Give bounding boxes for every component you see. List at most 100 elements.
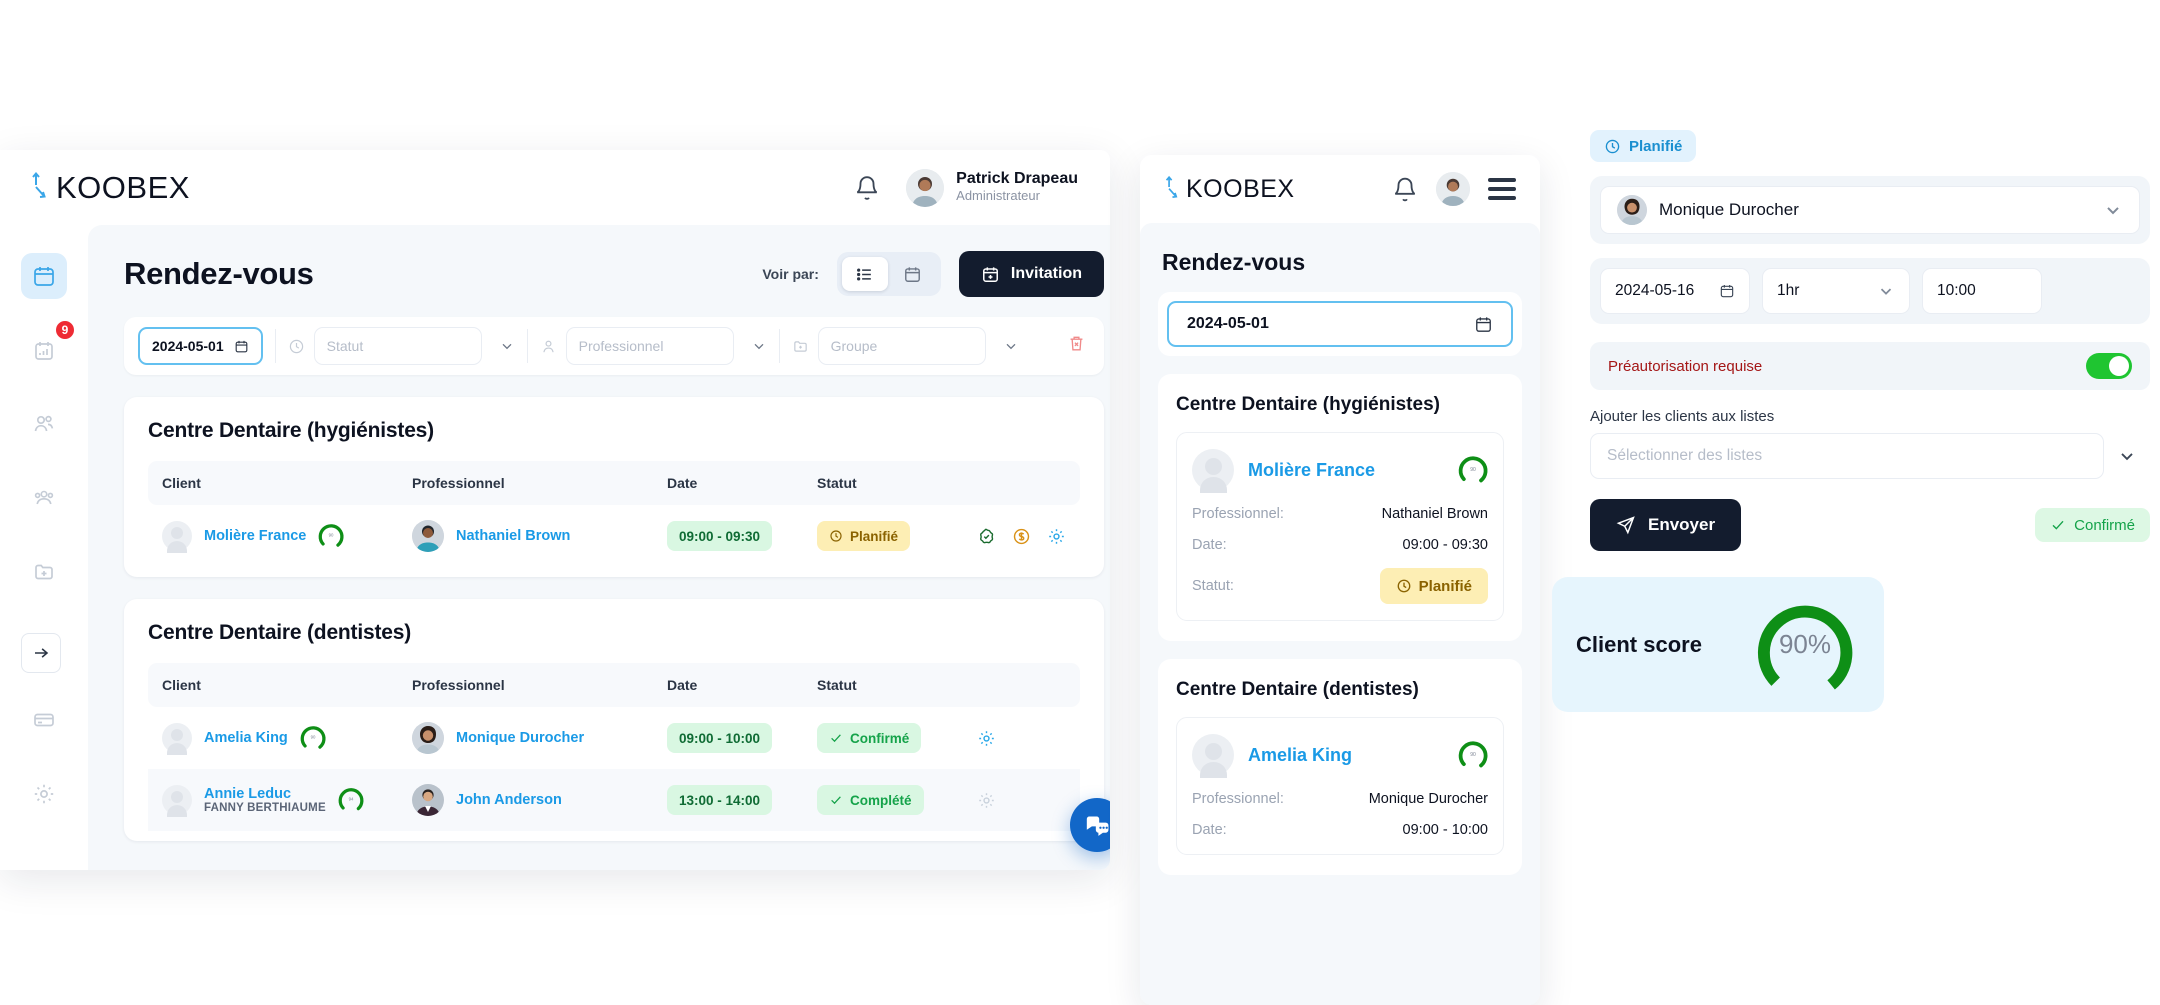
label-professionnel: Professionnel: xyxy=(1192,791,1284,807)
avatar[interactable] xyxy=(1436,172,1470,206)
dollar-icon[interactable] xyxy=(1012,527,1031,546)
desktop-app-window: KOOBEX Patrick Drapeau Administrateur 9 … xyxy=(0,150,1110,870)
client-avatar-placeholder xyxy=(162,521,192,553)
desktop-topbar: KOOBEX Patrick Drapeau Administrateur xyxy=(0,150,1110,225)
date-filter[interactable]: 2024-05-01 xyxy=(138,327,263,365)
label-date: Date: xyxy=(1192,822,1227,838)
view-controls: Voir par: Invitation xyxy=(762,251,1104,297)
client-avatar-placeholder xyxy=(1192,734,1234,778)
status-filter-group: Statut xyxy=(288,327,515,365)
professional-avatar xyxy=(412,520,444,552)
list-view-button[interactable] xyxy=(841,257,888,291)
chevron-down-icon[interactable] xyxy=(1003,338,1019,354)
user-name: Patrick Drapeau xyxy=(956,169,1078,187)
lists-select[interactable]: Sélectionner des listes xyxy=(1590,433,2104,479)
calendar-plus-icon xyxy=(982,266,998,282)
table-row[interactable]: Annie Leduc FANNY BERTHIAUME 94 John And… xyxy=(148,769,1080,831)
lists-select-chevron[interactable] xyxy=(2104,446,2150,466)
appointment-date-field[interactable]: 2024-05-16 xyxy=(1600,268,1750,314)
clock-icon xyxy=(1397,579,1411,593)
preauthorization-toggle[interactable] xyxy=(2086,353,2132,379)
cell-status: Complété xyxy=(817,785,977,815)
professional-filter-input[interactable]: Professionnel xyxy=(565,327,734,365)
mobile-date-filter[interactable]: 2024-05-01 xyxy=(1167,301,1513,347)
table-row[interactable]: Amelia King 90 Monique Durocher 09:00 - … xyxy=(148,707,1080,769)
clock-icon xyxy=(830,530,842,542)
gear-icon[interactable] xyxy=(1047,527,1066,546)
arrow-right-icon xyxy=(35,648,49,658)
column-header-statut: Statut xyxy=(817,475,857,491)
mobile-section-title: Centre Dentaire (hygiénistes) xyxy=(1176,394,1440,415)
appointment-time-field[interactable]: 10:00 xyxy=(1922,268,2042,314)
hamburger-menu-button[interactable] xyxy=(1488,178,1516,200)
sidebar-item-groups[interactable] xyxy=(21,475,67,521)
chevron-down-icon[interactable] xyxy=(499,338,515,354)
gear-icon[interactable] xyxy=(977,729,996,748)
client-name[interactable]: Annie Leduc xyxy=(204,786,326,802)
list-icon xyxy=(857,268,872,280)
gear-icon xyxy=(34,784,54,804)
professional-name[interactable]: Monique Durocher xyxy=(456,730,584,746)
users-icon xyxy=(34,415,54,432)
professional-name[interactable]: John Anderson xyxy=(456,792,562,808)
invitation-button[interactable]: Invitation xyxy=(958,251,1104,297)
client-avatar-placeholder xyxy=(162,785,192,817)
mobile-section-title: Centre Dentaire (dentistes) xyxy=(1176,679,1419,700)
verified-check-icon[interactable] xyxy=(977,527,996,546)
calendar-icon xyxy=(1476,316,1491,332)
mobile-card-header: Amelia King 90 xyxy=(1192,734,1488,778)
view-toggle-group xyxy=(836,252,941,296)
sidebar-expand-button[interactable] xyxy=(21,633,61,673)
client-name[interactable]: Amelia King xyxy=(204,730,288,746)
duration-select[interactable]: 1hr xyxy=(1762,268,1910,314)
bell-icon[interactable] xyxy=(1392,176,1418,203)
client-name[interactable]: Molière France xyxy=(1248,460,1375,481)
sidebar-item-appointments[interactable] xyxy=(21,253,67,299)
clear-filters-button[interactable] xyxy=(1067,334,1086,358)
cell-professional: Monique Durocher xyxy=(412,722,667,754)
professional-select[interactable]: Monique Durocher xyxy=(1600,186,2140,234)
logo[interactable]: KOOBEX xyxy=(30,170,190,206)
professional-avatar xyxy=(412,784,444,816)
mobile-app-window: KOOBEX Rendez-vous 2024-05-01 Centre Den… xyxy=(1140,155,1540,1005)
sidebar-item-files[interactable] xyxy=(21,549,67,595)
chat-button[interactable] xyxy=(1070,798,1110,852)
group-filter-input[interactable]: Groupe xyxy=(817,327,986,365)
label-professionnel: Professionnel: xyxy=(1192,506,1284,522)
calendar-view-button[interactable] xyxy=(890,257,936,291)
desktop-body: 9 Rendez-vous Voir par: Invitation 2024-… xyxy=(0,225,1110,870)
invitation-label: Invitation xyxy=(1010,265,1082,282)
mobile-appointment-card[interactable]: Molière France 90 Professionnel: Nathani… xyxy=(1176,432,1504,621)
bell-icon[interactable] xyxy=(854,174,880,202)
chevron-down-icon xyxy=(2121,453,2133,461)
gear-icon[interactable] xyxy=(977,791,996,810)
user-menu[interactable]: Patrick Drapeau Administrateur xyxy=(906,168,1078,207)
send-button-label: Envoyer xyxy=(1648,515,1716,534)
client-score-value: 90% xyxy=(1778,629,1832,659)
mobile-row-date: Date: 09:00 - 09:30 xyxy=(1192,537,1488,553)
datetime-row: 2024-05-16 1hr 10:00 xyxy=(1600,268,2140,314)
sidebar-item-clients[interactable] xyxy=(21,401,67,447)
table-row[interactable]: Molière France 90 Nathaniel Brown 09:00 … xyxy=(148,505,1080,567)
sidebar-item-billing[interactable] xyxy=(21,697,67,743)
chevron-down-icon[interactable] xyxy=(751,338,767,354)
send-button[interactable]: Envoyer xyxy=(1590,499,1742,551)
view-by-label: Voir par: xyxy=(762,266,819,282)
mobile-appointment-card[interactable]: Amelia King 90 Professionnel: Monique Du… xyxy=(1176,717,1504,855)
client-subtitle: FANNY BERTHIAUME xyxy=(204,802,326,814)
logo[interactable]: KOOBEX xyxy=(1164,175,1295,204)
preauthorization-label: Préautorisation requise xyxy=(1608,357,1763,375)
value-professionnel: Monique Durocher xyxy=(1368,791,1488,807)
status-filter-input[interactable]: Statut xyxy=(313,327,482,365)
client-score-value: 90 xyxy=(1470,752,1476,758)
client-score-card: Client score 90% xyxy=(1552,577,1884,712)
sidebar-item-settings[interactable] xyxy=(21,771,67,817)
client-name[interactable]: Molière France xyxy=(204,528,306,544)
professional-name[interactable]: Nathaniel Brown xyxy=(456,528,570,544)
value-date: 09:00 - 09:30 xyxy=(1402,537,1488,553)
client-name[interactable]: Amelia King xyxy=(1248,745,1352,766)
status-badge: Complété xyxy=(817,785,924,815)
sidebar-item-reports[interactable]: 9 xyxy=(21,319,76,373)
section-title: Centre Dentaire (hygiénistes) xyxy=(148,419,434,442)
mobile-row-date: Date: 09:00 - 10:00 xyxy=(1192,822,1488,838)
